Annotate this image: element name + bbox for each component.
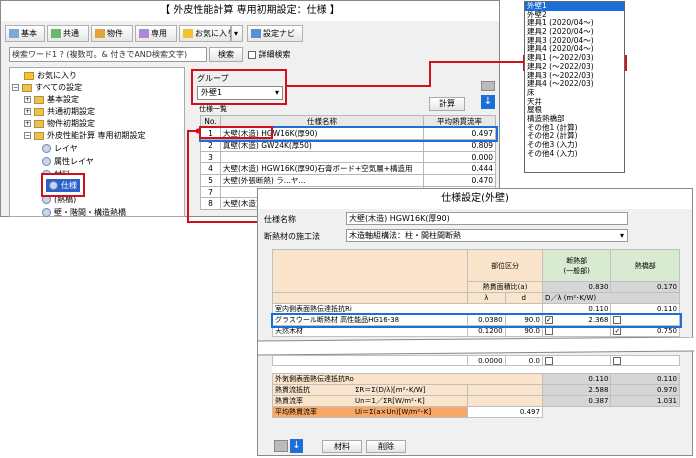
scroll-box[interactable] bbox=[274, 440, 288, 452]
ro-bridge: 0.110 bbox=[610, 373, 680, 385]
table-row[interactable]: 天然木材 0.1200 90.0 ✓ 0.750 bbox=[271, 325, 680, 337]
ri-bridge: 0.110 bbox=[610, 303, 680, 315]
ri-label: 室内側表面熱伝達抵抗Ri bbox=[272, 303, 543, 315]
resist-bridge: 0.970 bbox=[610, 384, 680, 396]
lambda-label: λ bbox=[467, 292, 506, 304]
area-bridge: 0.170 bbox=[610, 281, 680, 293]
delete-button[interactable]: 削除 bbox=[366, 440, 406, 453]
avg-label: 平均熱貫流率 bbox=[275, 408, 317, 416]
ro-insulation: 0.110 bbox=[541, 373, 612, 385]
dl-unit: D／λ (m²･K/W) bbox=[541, 292, 681, 304]
bridge-header: 熱橋部 bbox=[610, 249, 680, 282]
spec-name-input[interactable]: 大壁(木造) HGW16K(厚90) bbox=[346, 212, 628, 225]
u-label: 熱貫流率 bbox=[275, 397, 303, 405]
avg-value: 0.497 bbox=[467, 406, 543, 418]
u-formula: Un＝1／ΣR[W/m²･K] bbox=[355, 397, 425, 405]
material-button[interactable]: 材料 bbox=[322, 440, 362, 453]
resist-label: 熱貫流抵抗 bbox=[275, 386, 310, 394]
avg-formula: Ui＝Σ(a×Un)[W/m²･K] bbox=[355, 408, 432, 416]
insulation-header: 断熱部 (一般部) bbox=[541, 249, 612, 282]
insulation-checkbox[interactable] bbox=[544, 327, 553, 335]
d-label: d bbox=[504, 292, 543, 304]
method-label: 断熱材の施工法 bbox=[264, 232, 320, 241]
insulation-checkbox[interactable] bbox=[544, 356, 553, 365]
spec-dialog: 仕様設定(外壁) 仕様名称 大壁(木造) HGW16K(厚90) 断熱材の施工法… bbox=[257, 188, 694, 456]
torn-edge bbox=[258, 337, 694, 356]
table-row[interactable]: グラスウール断熱材 高性能品HG16-38 0.0380 90.0 ✓ 2.368 bbox=[270, 312, 682, 328]
resist-insulation: 2.588 bbox=[541, 384, 612, 396]
ro-label: 外気側表面熱伝達抵抗Ro bbox=[272, 373, 543, 385]
area-insulation: 0.830 bbox=[541, 281, 612, 293]
method-select[interactable]: 木造軸組構法：柱・間柱間断熱 ▾ bbox=[346, 229, 628, 242]
dialog-title: 仕様設定(外壁) bbox=[258, 189, 692, 209]
insulation-checkbox[interactable]: ✓ bbox=[544, 316, 553, 324]
table-row[interactable]: 0.0000 0.0 bbox=[271, 355, 680, 366]
bridge-checkbox[interactable] bbox=[613, 316, 622, 324]
area-ratio-label: 熱貫面積比(a) bbox=[467, 281, 543, 293]
u-bridge: 1.031 bbox=[610, 395, 680, 407]
result-table[interactable]: 0.0000 0.0 外気側表面熱伝達抵抗Ro 0.110 0.110 熱貫流抵… bbox=[271, 355, 680, 418]
arrow-down-icon[interactable]: ↓ bbox=[290, 439, 303, 453]
spec-name-label: 仕様名称 bbox=[264, 215, 296, 224]
dropdown-option[interactable]: 建具4 (～2022/03) bbox=[525, 79, 624, 89]
layer-table[interactable]: 部位区分 断熱部 (一般部) 熱橋部 熱貫面積比(a) 0.830 0.170 … bbox=[270, 249, 682, 337]
ri-insulation: 0.110 bbox=[541, 303, 612, 315]
dropdown-option[interactable]: その他4 (入力) bbox=[525, 149, 624, 159]
bridge-checkbox[interactable] bbox=[613, 356, 622, 365]
group-dropdown-list[interactable]: 外壁1 外壁2 建具1 (2020/04～) 建具2 (2020/04～) 建具3 (2… bbox=[524, 1, 625, 173]
u-insulation: 0.387 bbox=[541, 395, 612, 407]
resist-formula: ΣR＝Σ(D/λ)[m²･K/W] bbox=[355, 386, 426, 394]
section-header: 部位区分 bbox=[467, 249, 543, 282]
chevron-down-icon: ▾ bbox=[619, 231, 624, 240]
bridge-checkbox[interactable]: ✓ bbox=[613, 327, 622, 335]
